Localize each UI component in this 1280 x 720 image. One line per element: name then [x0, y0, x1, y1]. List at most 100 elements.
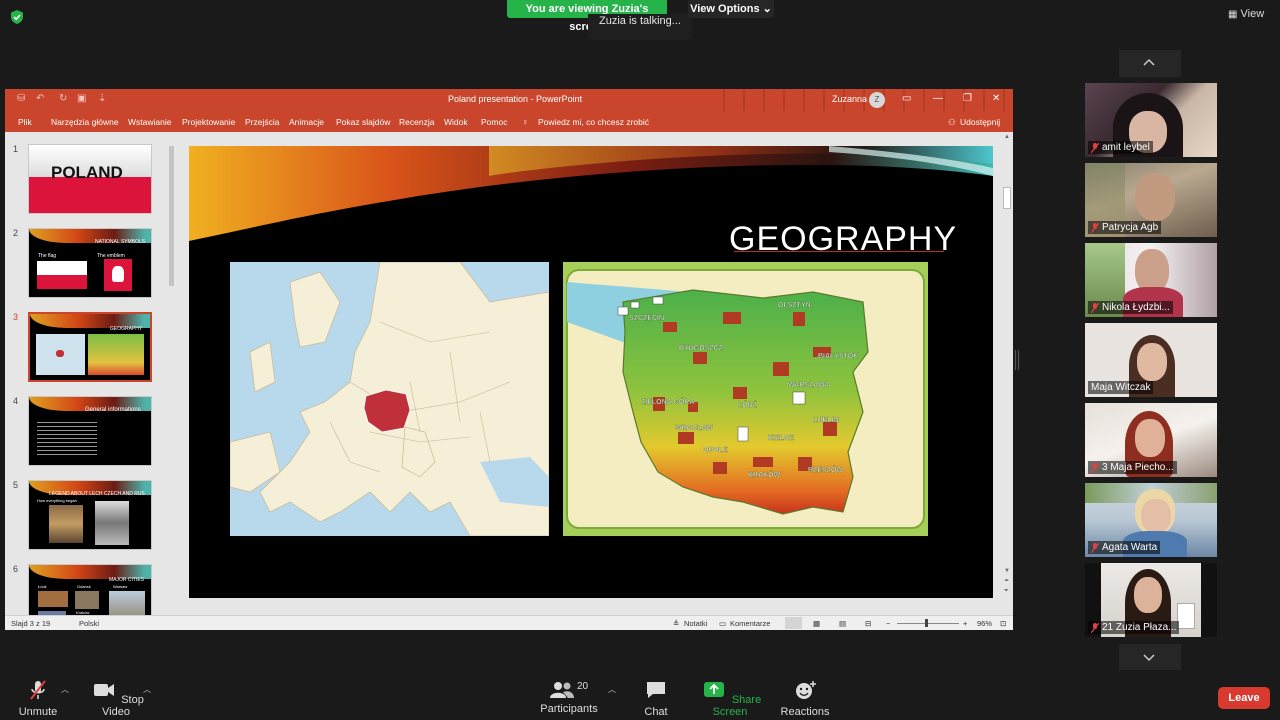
minimize-icon[interactable]: — — [933, 93, 943, 104]
zoom-level[interactable]: 96% — [977, 619, 992, 628]
reactions-button[interactable]: Reactions — [780, 680, 830, 718]
participant-tile[interactable]: amit leybel — [1085, 83, 1217, 157]
fit-to-window-icon[interactable]: ⊡ — [1000, 619, 1006, 628]
thumb-poland-map — [88, 334, 144, 375]
next-slide-icon[interactable]: ⏷ — [1004, 588, 1009, 595]
video-camera-icon — [94, 684, 115, 696]
thumb-title: GEOGRAPHY — [110, 326, 143, 332]
chat-button[interactable]: Chat — [638, 680, 674, 718]
splitter-handle[interactable] — [1015, 350, 1019, 370]
mic-muted-icon — [1091, 622, 1099, 633]
unmute-button[interactable]: Unmute — [18, 680, 58, 718]
tab-review[interactable]: Recenzja — [399, 117, 434, 127]
share-screen-button[interactable]: Share Screen — [698, 680, 762, 718]
scroll-up-arrow-icon[interactable]: ▲ — [1004, 134, 1010, 140]
chevron-down-icon — [1143, 654, 1155, 662]
zoom-slider-thumb[interactable] — [925, 619, 928, 627]
thumb-city-photo — [75, 591, 99, 609]
tab-help[interactable]: Pomoc — [481, 117, 507, 127]
participant-tile[interactable]: Agata Warta — [1085, 483, 1217, 557]
thumb-city-photo — [109, 591, 145, 617]
paper-sheet — [1177, 603, 1195, 629]
comments-icon: ▭ — [719, 619, 727, 628]
slide-thumbnail-3[interactable]: GEOGRAPHY — [28, 312, 152, 382]
slide-title[interactable]: GEOGRAPHY — [729, 220, 957, 259]
slide-thumbnail-2[interactable]: NATIONAL SYMBOLS The flag The emblem — [28, 228, 152, 298]
zoom-in-icon[interactable]: + — [963, 619, 967, 628]
participants-button[interactable]: 20 Participants — [538, 680, 600, 715]
zoom-slider[interactable] — [897, 623, 959, 624]
zoom-out-icon[interactable]: − — [886, 619, 890, 628]
customize-toolbar-icon[interactable]: ⇣ — [98, 93, 106, 104]
participant-tile[interactable]: 3 Maja Piecho... — [1085, 403, 1217, 477]
participant-tile[interactable]: Patrycja Agb — [1085, 163, 1217, 237]
participant-name: Nikola Łydzbi... — [1088, 301, 1173, 314]
leave-meeting-button[interactable]: Leave — [1218, 687, 1270, 709]
slideshow-view-icon[interactable]: ⊟ — [865, 619, 871, 628]
view-options-button[interactable]: View Options ⌄ — [688, 0, 774, 18]
slide-thumbnail-4[interactable]: General informations — [28, 396, 152, 466]
current-slide[interactable]: GEOGRAPHY SZCZECIN OLSZTYN BYDGOSZCZ BIA… — [189, 146, 993, 598]
thumb-title: NATIONAL SYMBOLS — [95, 239, 146, 245]
participant-name: Patrycja Agb — [1088, 221, 1162, 234]
tab-slideshow[interactable]: Pokaz slajdów — [336, 117, 390, 127]
restore-icon[interactable]: ❐ — [963, 93, 972, 104]
mic-muted-icon — [1091, 142, 1099, 153]
share-button[interactable]: Udostępnij — [960, 117, 1000, 127]
tab-insert[interactable]: Wstawianie — [128, 117, 171, 127]
comments-button[interactable]: Komentarze — [730, 619, 770, 628]
security-shield-icon[interactable] — [10, 10, 24, 24]
stop-video-button[interactable]: Stop Video — [88, 680, 144, 718]
video-options-caret-icon[interactable]: ︿ — [143, 684, 151, 695]
slideshow-start-icon[interactable]: ▣ — [77, 93, 86, 104]
tab-animations[interactable]: Animacje — [289, 117, 324, 127]
thumb-caption: Warsaw — [113, 584, 128, 589]
language-indicator[interactable]: Polski — [79, 619, 99, 628]
map-city-label: KRAKÓW — [748, 470, 781, 479]
tab-plik[interactable]: Plik — [18, 117, 32, 127]
slide-sorter-icon[interactable]: ▦ — [813, 619, 820, 628]
undo-icon[interactable]: ↶ — [36, 93, 44, 104]
slide-thumbnail-1[interactable]: POLAND — [28, 144, 152, 214]
participants-options-caret-icon[interactable]: ︿ — [608, 684, 616, 695]
tell-me-search[interactable]: Powiedz mi, co chcesz zrobić — [538, 117, 649, 127]
map-city-label: ZIELONA GÓRA — [641, 397, 694, 406]
reading-view-icon[interactable]: ▤ — [839, 619, 846, 628]
lightbulb-icon: ♀ — [522, 117, 529, 127]
view-button[interactable]: ▦ View — [1228, 8, 1264, 20]
tab-home[interactable]: Narzędzia główne — [51, 117, 119, 127]
audio-options-caret-icon[interactable]: ︿ — [61, 684, 69, 695]
thumbnail-scrollbar[interactable] — [167, 132, 176, 615]
thumb-caption: Łódź — [38, 584, 47, 589]
save-icon[interactable]: ⛁ — [17, 93, 25, 104]
normal-view-icon[interactable] — [785, 617, 802, 629]
powerpoint-window: ⛁ ↶ ↻ ▣ ⇣ Poland presentation - PowerPoi… — [5, 89, 1013, 630]
tab-view[interactable]: Widok — [444, 117, 468, 127]
previous-slide-icon[interactable]: ⏶ — [1004, 578, 1009, 585]
gallery-previous-button[interactable] — [1119, 50, 1181, 77]
scroll-down-arrow-icon[interactable]: ▼ — [1004, 568, 1010, 574]
slide-thumbnail-5[interactable]: LEGEND ABOUT LECH CZECH AND RUS How ever… — [28, 480, 152, 550]
tab-design[interactable]: Projektowanie — [182, 117, 235, 127]
meeting-controls: Unmute ︿ Stop Video ︿ 20 Participants ︿ … — [0, 670, 1280, 720]
notes-button[interactable]: Notatki — [684, 619, 707, 628]
slide-scrollbar[interactable]: ▲ ▼ ⏶ ⏷ — [1001, 132, 1013, 615]
close-icon[interactable]: ✕ — [992, 93, 1000, 104]
map-city-label: WROCŁAW — [675, 425, 713, 432]
participant-tile[interactable]: Maja Witczak — [1085, 323, 1217, 397]
ribbon-display-options-icon[interactable]: ▭ — [902, 93, 911, 104]
participant-tile[interactable]: 21 Zuzia Płaza... — [1085, 563, 1217, 637]
thumb-caption: Gdańsk — [77, 584, 91, 589]
thumb-bullet-lines — [37, 419, 97, 457]
map-city-label: RZESZÓW — [808, 465, 843, 474]
share-icon: ⚇ — [948, 117, 956, 127]
redo-icon[interactable]: ↻ — [59, 93, 67, 104]
gallery-next-button[interactable] — [1119, 644, 1181, 671]
participant-tile[interactable]: Nikola Łydzbi... — [1085, 243, 1217, 317]
map-city-label: ŁÓDŹ — [738, 400, 758, 409]
avatar[interactable]: Z — [869, 92, 885, 108]
tab-transitions[interactable]: Przejścia — [245, 117, 279, 127]
scroll-thumb[interactable] — [169, 146, 174, 286]
scroll-thumb[interactable] — [1003, 187, 1011, 209]
user-name[interactable]: Zuzanna — [832, 94, 867, 104]
